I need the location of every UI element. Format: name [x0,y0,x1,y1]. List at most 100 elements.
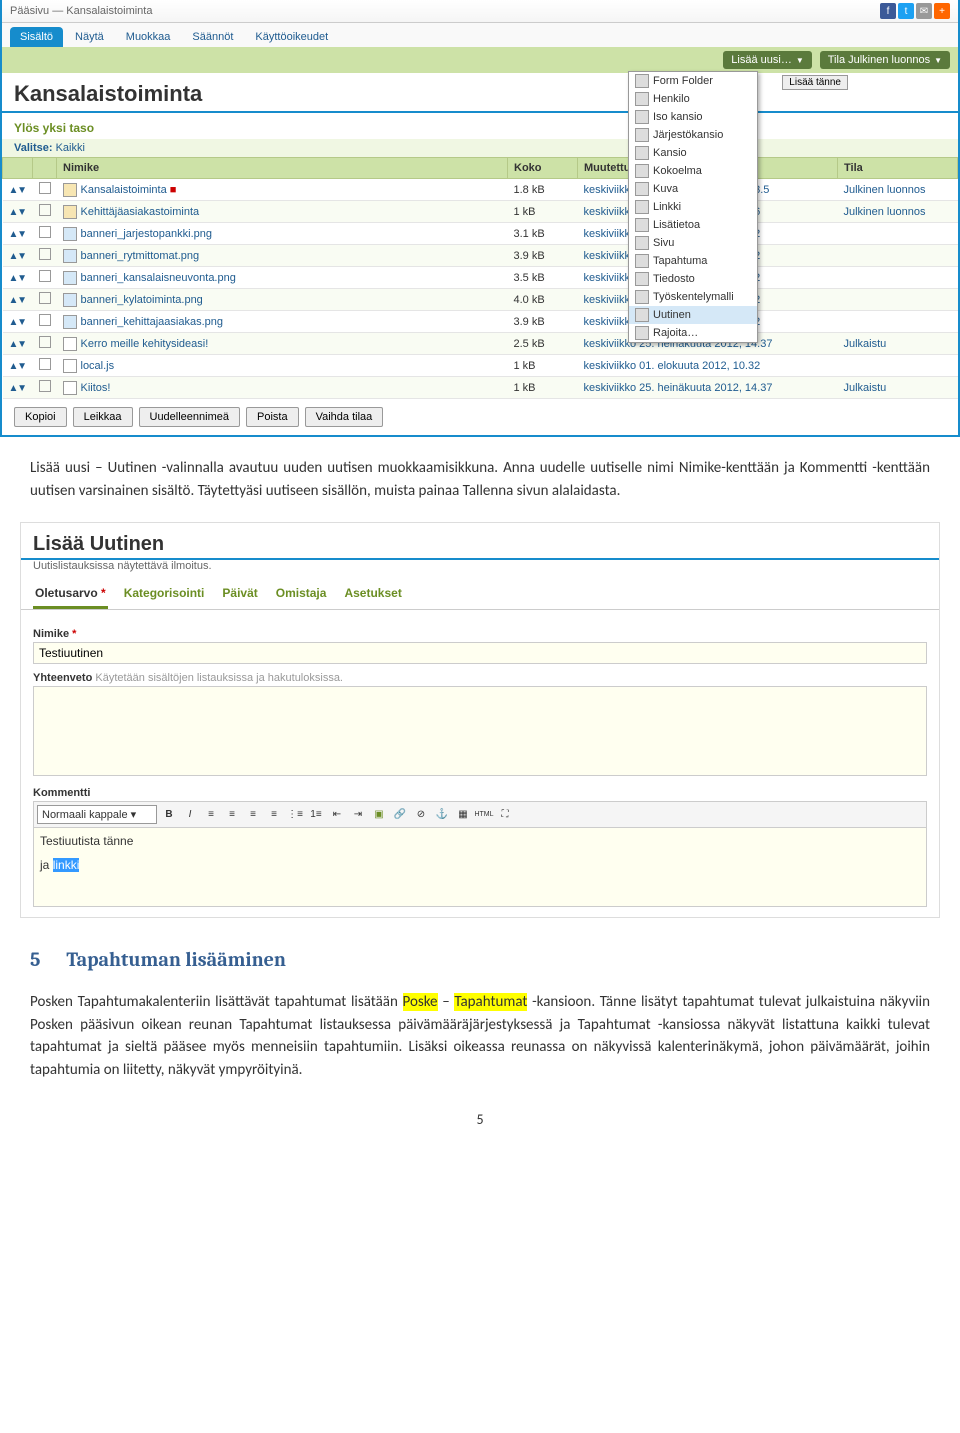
rte-line-1: Testiuutista tänne [40,834,920,848]
reorder-handle[interactable]: ▲ ▼ [9,251,26,262]
formtab-asetukset[interactable]: Asetukset [342,580,403,609]
tab-kayttooikeudet[interactable]: Käyttöoikeudet [245,27,338,47]
item-name[interactable]: Kansalaistoiminta ■ [57,179,508,201]
image-icon [635,182,649,196]
change-state-button[interactable]: Vaihda tilaa [305,407,384,427]
ul-icon[interactable]: ⋮≡ [286,806,304,824]
justify-icon[interactable]: ≡ [265,806,283,824]
state-menu-button[interactable]: Tila Julkinen luonnos [820,51,950,69]
row-checkbox[interactable] [39,292,51,304]
tab-muokkaa[interactable]: Muokkaa [116,27,181,47]
delete-button[interactable]: Poista [246,407,299,427]
item-name[interactable]: Kehittäjäasiakastoiminta [57,201,508,223]
dropdown-item[interactable]: Työskentelymalli [629,288,757,306]
col-name[interactable]: Nimike [57,158,508,179]
yhteenveto-textarea[interactable] [33,686,927,776]
item-size: 2.5 kB [508,333,578,355]
reorder-handle[interactable]: ▲ ▼ [9,295,26,306]
formtab-paivat[interactable]: Päivät [220,580,259,609]
dropdown-item[interactable]: Iso kansio [629,108,757,126]
unlink-icon[interactable]: ⊘ [412,806,430,824]
italic-icon[interactable]: I [181,806,199,824]
row-checkbox[interactable] [39,380,51,392]
row-checkbox[interactable] [39,358,51,370]
dropdown-item[interactable]: Järjestökansio [629,126,757,144]
item-name[interactable]: banneri_jarjestopankki.png [57,223,508,245]
fullscreen-icon[interactable]: ⛶ [496,806,514,824]
kommentti-editor[interactable]: Testiuutista tänne ja linkki [33,827,927,907]
indent-icon[interactable]: ⇥ [349,806,367,824]
dropdown-item[interactable]: Linkki [629,198,757,216]
row-checkbox[interactable] [39,226,51,238]
item-name[interactable]: banneri_kansalaisneuvonta.png [57,267,508,289]
item-name[interactable]: banneri_kylatoiminta.png [57,289,508,311]
dropdown-item[interactable]: Tapahtuma [629,252,757,270]
reorder-handle[interactable]: ▲ ▼ [9,317,26,328]
share-icon[interactable]: + [934,3,950,19]
image-icon[interactable]: ▣ [370,806,388,824]
item-name[interactable]: banneri_kehittajaasiakas.png [57,311,508,333]
reorder-handle[interactable]: ▲ ▼ [9,185,26,196]
formtab-omistaja[interactable]: Omistaja [274,580,329,609]
table-icon[interactable]: ▦ [454,806,472,824]
row-checkbox[interactable] [39,182,51,194]
facebook-icon[interactable]: f [880,3,896,19]
twitter-icon[interactable]: t [898,3,914,19]
dropdown-item[interactable]: Lisätietoa [629,216,757,234]
align-left-icon[interactable]: ≡ [202,806,220,824]
align-center-icon[interactable]: ≡ [223,806,241,824]
dropdown-item[interactable]: Kokoelma [629,162,757,180]
reorder-handle[interactable]: ▲ ▼ [9,229,26,240]
tab-nayta[interactable]: Näytä [65,27,114,47]
tab-saannot[interactable]: Säännöt [182,27,243,47]
align-right-icon[interactable]: ≡ [244,806,262,824]
bold-icon[interactable]: B [160,806,178,824]
tab-sisalto[interactable]: Sisältö [10,27,63,47]
dropdown-item[interactable]: Kansio [629,144,757,162]
rte-style-select[interactable]: Normaali kappale ▾ [37,805,157,824]
row-checkbox[interactable] [39,204,51,216]
mail-icon[interactable]: ✉ [916,3,932,19]
html-icon[interactable]: HTML [475,806,493,824]
item-name[interactable]: Kiitos! [57,377,508,399]
template-icon [635,290,649,304]
add-new-menu-button[interactable]: Lisää uusi… [723,51,811,69]
row-checkbox[interactable] [39,270,51,282]
up-one-level-link[interactable]: Ylös yksi taso [2,113,958,139]
dropdown-item[interactable]: Kuva [629,180,757,198]
link-icon[interactable]: 🔗 [391,806,409,824]
col-size[interactable]: Koko [508,158,578,179]
anchor-icon[interactable]: ⚓ [433,806,451,824]
formtab-oletusarvo[interactable]: Oletusarvo * [33,580,108,609]
img-icon [63,227,77,241]
rename-button[interactable]: Uudelleennimeä [139,407,241,427]
reorder-handle[interactable]: ▲ ▼ [9,273,26,284]
reorder-handle[interactable]: ▲ ▼ [9,207,26,218]
copy-button[interactable]: Kopioi [14,407,67,427]
item-name[interactable]: local.js [57,355,508,377]
reorder-handle[interactable]: ▲ ▼ [9,361,26,372]
nimike-input[interactable] [33,642,927,664]
item-name[interactable]: banneri_rytmittomat.png [57,245,508,267]
dropdown-item[interactable]: Uutinen [629,306,757,324]
item-name[interactable]: Kerro meille kehitysideasi! [57,333,508,355]
outdent-icon[interactable]: ⇤ [328,806,346,824]
row-checkbox[interactable] [39,248,51,260]
dropdown-item[interactable]: Tiedosto [629,270,757,288]
dropdown-item[interactable]: Form Folder [629,72,757,90]
cut-button[interactable]: Leikkaa [73,407,133,427]
select-all-link[interactable]: Kaikki [56,142,85,154]
dropdown-item[interactable]: Rajoita… [629,324,757,342]
ol-icon[interactable]: 1≡ [307,806,325,824]
 [635,326,649,340]
formtab-kategorisointi[interactable]: Kategorisointi [122,580,207,609]
breadcrumb-root[interactable]: Pääsivu [10,5,49,17]
dropdown-item[interactable]: Sivu [629,234,757,252]
row-checkbox[interactable] [39,336,51,348]
reorder-handle[interactable]: ▲ ▼ [9,339,26,350]
reorder-handle[interactable]: ▲ ▼ [9,383,26,394]
row-checkbox[interactable] [39,314,51,326]
dropdown-item[interactable]: Henkilo [629,90,757,108]
add-here-button[interactable]: Lisää tänne [782,75,848,90]
col-state[interactable]: Tila [838,158,958,179]
